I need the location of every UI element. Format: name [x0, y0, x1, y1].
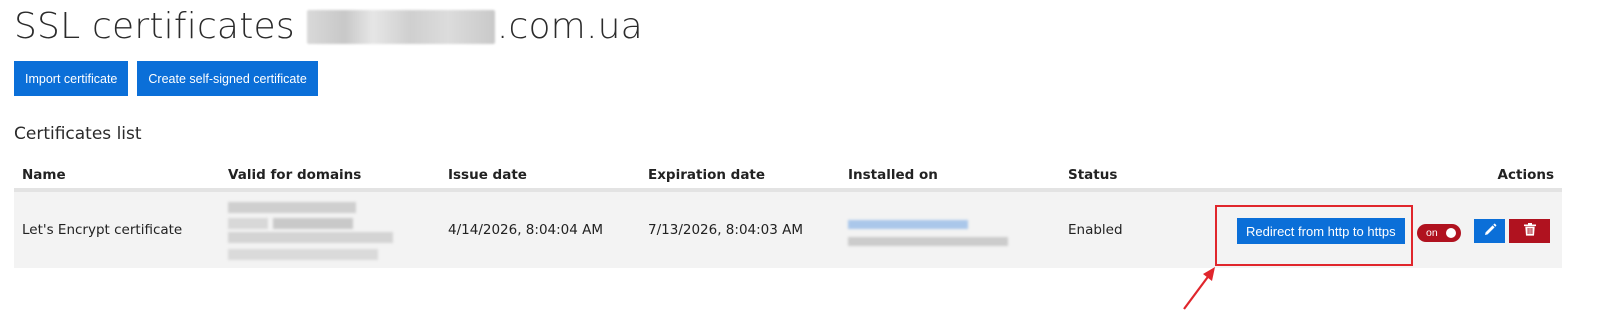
column-header-status: Status: [1068, 167, 1118, 183]
page-title: SSL certificates .com.ua: [14, 6, 643, 47]
highlight-annotation-box: [1215, 205, 1413, 266]
column-header-domains: Valid for domains: [228, 167, 362, 183]
column-header-name: Name: [22, 167, 66, 183]
certificates-list-heading: Certificates list: [14, 124, 142, 144]
toggle-knob: [1446, 228, 1456, 238]
toggle-label: on: [1426, 227, 1438, 239]
toolbar: Import certificate Create self-signed ce…: [14, 61, 318, 96]
column-header-installed-on: Installed on: [848, 167, 938, 183]
trash-icon: [1523, 223, 1536, 239]
column-header-expiration-date: Expiration date: [648, 167, 766, 183]
status-text: Enabled: [1068, 222, 1123, 238]
expiration-date: 7/13/2026, 8:04:03 AM: [648, 222, 804, 238]
column-header-actions: Actions: [1497, 167, 1554, 183]
redacted-installed-on: [848, 220, 1010, 250]
annotation-arrow-icon: [1183, 267, 1215, 310]
issue-date: 4/14/2026, 8:04:04 AM: [448, 222, 604, 238]
delete-button[interactable]: [1509, 219, 1550, 243]
certificate-name: Let's Encrypt certificate: [22, 222, 183, 238]
redacted-domain: [306, 9, 495, 44]
page-title-prefix: SSL certificates: [14, 6, 295, 47]
import-certificate-button[interactable]: Import certificate: [14, 61, 129, 96]
certificate-toggle[interactable]: on: [1417, 224, 1461, 242]
column-header-issue-date: Issue date: [448, 167, 527, 183]
create-self-signed-certificate-button[interactable]: Create self-signed certificate: [137, 61, 318, 96]
page-title-suffix: .com.ua: [496, 6, 643, 47]
edit-button[interactable]: [1474, 219, 1505, 243]
pencil-icon: [1483, 223, 1497, 240]
redacted-domains: [228, 202, 398, 260]
table-header: Name Valid for domains Issue date Expira…: [14, 158, 1562, 192]
